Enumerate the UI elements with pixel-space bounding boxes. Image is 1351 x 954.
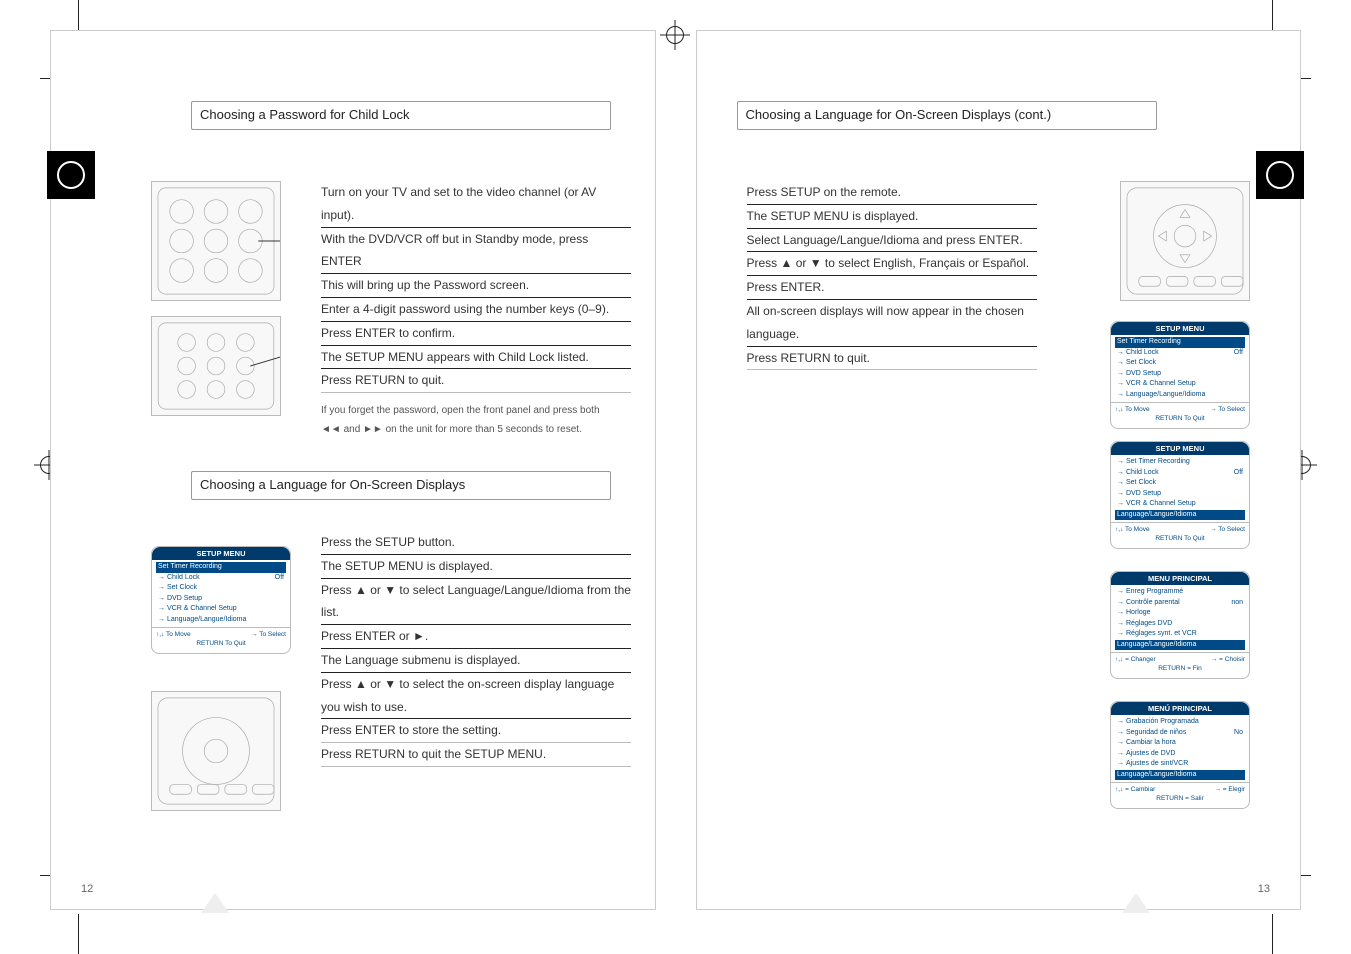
remote-illustration-top [151, 181, 281, 301]
step-line: The SETUP MENU appears with Child Lock l… [321, 346, 631, 370]
binding-hole-icon [47, 151, 95, 199]
page-left: Choosing a Password for Child Lock [50, 30, 656, 910]
step-line: Turn on your TV and set to the video cha… [321, 181, 631, 228]
step-line: The SETUP MENU is displayed. [321, 555, 631, 579]
step-line: Press RETURN to quit. [321, 369, 631, 393]
step-line: Press the SETUP button. [321, 531, 631, 555]
step-line: Press ▲ or ▼ to select English, Français… [747, 252, 1037, 276]
step-line: Press ENTER. [747, 276, 1037, 300]
step-line: Press ENTER to store the setting. [321, 719, 631, 743]
footer-triangle [201, 893, 229, 913]
section-title-language: Choosing a Language for On-Screen Displa… [191, 471, 611, 500]
page-number: 13 [1258, 883, 1270, 895]
osd-french: MENU PRINCIPAL→Enreg Programmé→Contrôle … [1110, 571, 1250, 679]
step-line: Press ENTER to confirm. [321, 322, 631, 346]
page-spread: Choosing a Password for Child Lock [50, 30, 1301, 910]
binding-hole-icon [1256, 151, 1304, 199]
step-line: Press RETURN to quit the SETUP MENU. [321, 743, 631, 767]
footer-triangle [1122, 893, 1150, 913]
osd-setup-menu: SETUP MENUSet Timer Recording→Child Lock… [151, 546, 291, 654]
step-line: Press ▲ or ▼ to select the on-screen dis… [321, 673, 631, 720]
crop-mark [1272, 914, 1273, 954]
step-line: Press RETURN to quit. [747, 347, 1037, 371]
language-steps: Press the SETUP button. The SETUP MENU i… [321, 531, 631, 767]
step-line: With the DVD/VCR off but in Standby mode… [321, 228, 631, 275]
remote-illustration-cursor [1120, 181, 1250, 301]
remote-illustration-keypad [151, 316, 281, 416]
osd-english-1: SETUP MENUSet Timer Recording→Child Lock… [1110, 321, 1250, 429]
language-steps-cont: Press SETUP on the remote. The SETUP MEN… [747, 181, 1037, 370]
step-line: All on-screen displays will now appear i… [747, 300, 1037, 347]
crop-mark [78, 914, 79, 954]
step-line: Enter a 4-digit password using the numbe… [321, 298, 631, 322]
step-line: Press SETUP on the remote. [747, 181, 1037, 205]
osd-english-2: SETUP MENU→Set Timer Recording→Child Loc… [1110, 441, 1250, 549]
section-title-child-lock: Choosing a Password for Child Lock [191, 101, 611, 130]
step-line: The Language submenu is displayed. [321, 649, 631, 673]
osd-spanish: MENÚ PRINCIPAL→Grabación Programada→Segu… [1110, 701, 1250, 809]
child-lock-steps: Turn on your TV and set to the video cha… [321, 181, 631, 439]
remote-illustration-cursor [151, 691, 281, 811]
section-title-language-cont: Choosing a Language for On-Screen Displa… [737, 101, 1157, 130]
page-number: 12 [81, 883, 93, 895]
step-line: Press ENTER or ►. [321, 625, 631, 649]
step-line: This will bring up the Password screen. [321, 274, 631, 298]
step-line: Select Language/Langue/Idioma and press … [747, 229, 1037, 253]
page-right: Choosing a Language for On-Screen Displa… [696, 30, 1302, 910]
step-line: Press ▲ or ▼ to select Language/Langue/I… [321, 579, 631, 626]
note-text: If you forget the password, open the fro… [321, 401, 621, 439]
step-line: The SETUP MENU is displayed. [747, 205, 1037, 229]
